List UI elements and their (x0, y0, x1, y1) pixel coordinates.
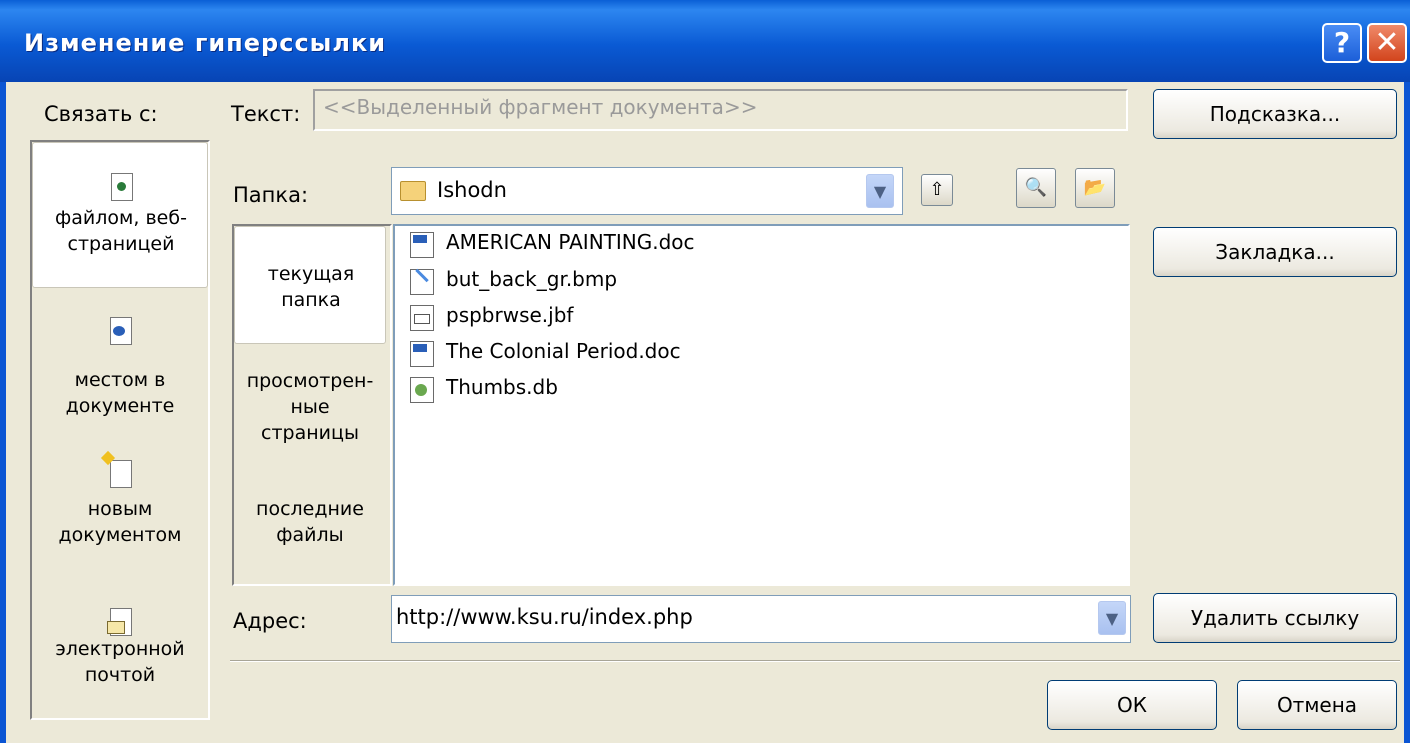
bookmark-button[interactable]: Закладка... (1153, 227, 1397, 277)
address-input[interactable]: http://www.ksu.ru/index.php (396, 605, 693, 629)
file-name: AMERICAN PAINTING.doc (446, 230, 695, 254)
current-folder-label: текущая папка (267, 263, 355, 311)
file-name: pspbrwse.jbf (446, 303, 574, 327)
file-name: The Colonial Period.doc (446, 339, 681, 363)
look-in-browsed-pages[interactable]: просмотрен- ные страницы (234, 368, 386, 456)
word-document-icon (410, 341, 434, 367)
display-text-field[interactable]: <<Выделенный фрагмент документа>> (313, 89, 1128, 131)
dialog-title: Изменение гиперссылки (24, 29, 387, 57)
close-button[interactable]: ✕ (1367, 23, 1407, 63)
up-folder-icon: ⇧ (929, 179, 945, 200)
folder-label: Папка: (233, 183, 309, 207)
email-icon (107, 608, 132, 636)
browse-web-button[interactable]: 🔍 (1016, 168, 1056, 208)
link-with-email-label: электронной почтой (55, 638, 185, 686)
window-border-left (0, 82, 6, 743)
help-button[interactable]: ? (1322, 23, 1362, 63)
file-name: Thumbs.db (446, 375, 558, 399)
ok-button[interactable]: ОК (1047, 680, 1217, 730)
link-with-web-page-label: файлом, веб- страницей (55, 207, 187, 255)
folder-value: Ishodn (437, 178, 507, 202)
browse-file-button[interactable]: 📂 (1075, 168, 1115, 208)
address-label: Адрес: (233, 609, 307, 633)
web-page-file-icon (111, 173, 133, 201)
text-label: Текст: (231, 102, 301, 126)
remove-link-button[interactable]: Удалить ссылку (1153, 593, 1397, 643)
browsed-pages-label: просмотрен- ные страницы (246, 370, 374, 444)
address-dropdown-arrow[interactable]: ▼ (1098, 601, 1126, 635)
link-with-place-in-document-label: местом в документе (65, 369, 175, 417)
cancel-button[interactable]: Отмена (1237, 680, 1397, 730)
word-document-icon (410, 232, 434, 258)
separator (230, 660, 1400, 662)
link-with-new-document-label: новым документом (58, 498, 182, 546)
place-in-document-icon (110, 317, 132, 345)
window-border-right (1404, 82, 1410, 743)
screentip-button[interactable]: Подсказка... (1153, 89, 1397, 139)
new-document-icon (100, 450, 132, 488)
open-folder-icon: 📂 (1083, 177, 1107, 198)
up-one-folder-button[interactable]: ⇧ (921, 174, 953, 206)
link-with-web-page[interactable]: файлом, веб- страницей (32, 142, 208, 288)
link-with-email[interactable]: электронной почтой (32, 598, 208, 713)
file-name: but_back_gr.bmp (446, 267, 618, 291)
link-with-label: Связать с: (44, 102, 158, 126)
look-in-current-folder[interactable]: текущая папка (234, 226, 386, 344)
link-with-new-document[interactable]: новым документом (32, 450, 208, 575)
folder-icon (400, 181, 426, 201)
link-with-place-in-document[interactable]: местом в документе (32, 305, 208, 420)
folder-dropdown-arrow[interactable]: ▼ (866, 174, 894, 208)
bitmap-image-icon (410, 268, 434, 295)
look-in-recent-files[interactable]: последние файлы (234, 496, 386, 566)
generic-file-icon (410, 305, 434, 331)
database-file-icon (410, 377, 434, 403)
recent-files-label: последние файлы (256, 498, 364, 546)
browse-web-icon: 🔍 (1024, 177, 1048, 198)
